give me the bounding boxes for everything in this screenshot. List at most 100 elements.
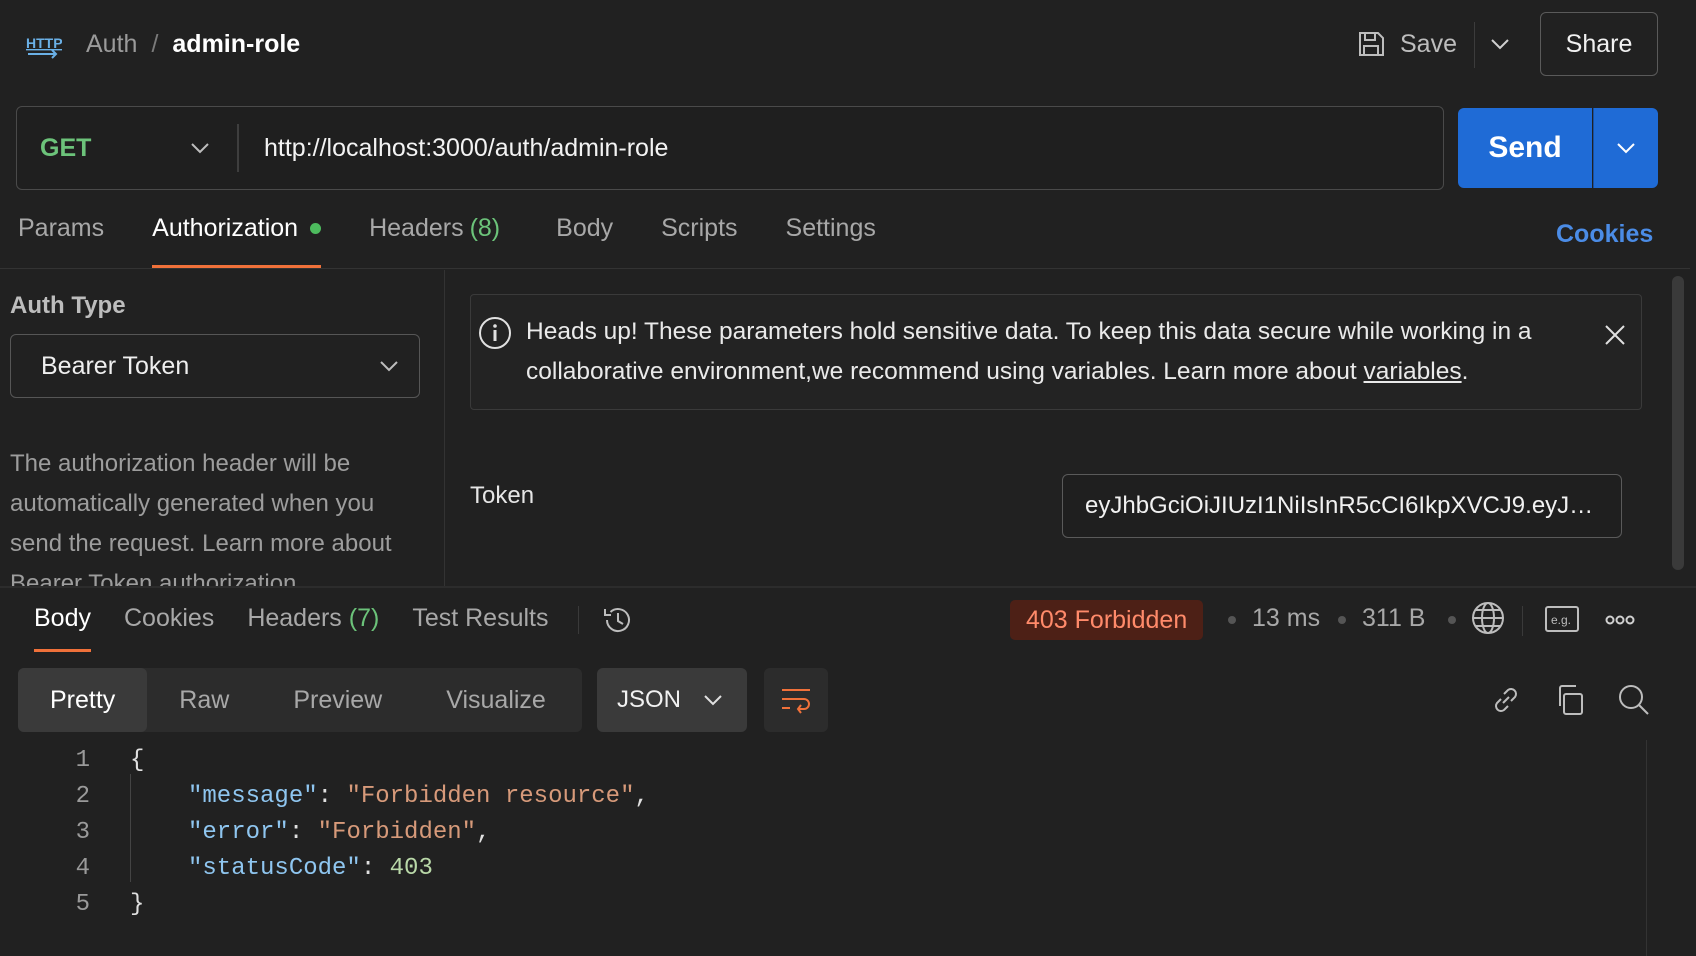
tab-params[interactable]: Params bbox=[18, 214, 104, 270]
alert-end: . bbox=[1461, 358, 1469, 385]
example-icon[interactable]: e.g. bbox=[1544, 604, 1580, 634]
cookies-link[interactable]: Cookies bbox=[1556, 220, 1653, 249]
response-scrollbar[interactable] bbox=[1646, 740, 1674, 956]
svg-text:HTTP: HTTP bbox=[26, 35, 62, 51]
tab-label: Cookies bbox=[123, 604, 215, 632]
json-key: "statusCode" bbox=[188, 854, 361, 882]
code-text: "statusCode": 403 bbox=[188, 855, 433, 882]
request-scrollbar[interactable] bbox=[1672, 276, 1684, 570]
method-label: GET bbox=[40, 133, 92, 162]
save-options-button[interactable] bbox=[1478, 22, 1522, 66]
save-button[interactable]: Save bbox=[1356, 22, 1457, 66]
method-divider bbox=[237, 124, 239, 172]
view-visualize-button[interactable]: Visualize bbox=[414, 668, 578, 732]
breadcrumb-separator: / bbox=[151, 30, 159, 58]
breadcrumb: Auth / admin-role bbox=[86, 26, 300, 62]
format-select[interactable]: JSON bbox=[597, 668, 747, 732]
history-icon[interactable] bbox=[600, 602, 636, 638]
tab-label: Headers bbox=[369, 214, 464, 242]
response-body-editor[interactable]: 1 { 2 "message": "Forbidden resource", 3… bbox=[0, 740, 1640, 950]
code-line: 4 "statusCode": 403 bbox=[0, 850, 1640, 886]
code-line: 3 "error": "Forbidden", bbox=[0, 814, 1640, 850]
tab-body[interactable]: Body bbox=[556, 214, 613, 270]
view-pretty-button[interactable]: Pretty bbox=[18, 668, 148, 732]
response-time[interactable]: 13 ms bbox=[1252, 604, 1320, 633]
meta-separator-dot bbox=[1448, 616, 1456, 624]
share-button[interactable]: Share bbox=[1540, 12, 1658, 76]
format-value: JSON bbox=[617, 686, 682, 713]
send-options-button[interactable] bbox=[1593, 108, 1658, 188]
line-number: 3 bbox=[75, 818, 90, 846]
json-sep: : bbox=[288, 818, 318, 846]
code-line: 1 { bbox=[0, 742, 1640, 778]
http-request-icon: HTTP bbox=[26, 35, 62, 59]
method-select[interactable]: GET bbox=[40, 106, 210, 190]
tab-settings[interactable]: Settings bbox=[786, 214, 876, 270]
response-size[interactable]: 311 B bbox=[1362, 604, 1425, 633]
auth-type-select[interactable]: Bearer Token bbox=[10, 334, 420, 398]
tabs-divider bbox=[0, 268, 1690, 269]
auth-description-text: The authorization header will be automat… bbox=[10, 450, 392, 586]
save-icon bbox=[1359, 32, 1384, 56]
chevron-down-icon bbox=[380, 361, 398, 372]
json-sep: : bbox=[360, 854, 390, 882]
svg-text:e.g.: e.g. bbox=[1551, 613, 1571, 627]
send-button[interactable]: Send bbox=[1458, 108, 1592, 188]
wrap-lines-icon bbox=[782, 689, 810, 714]
response-divider[interactable] bbox=[0, 586, 1696, 588]
tab-headers[interactable]: Headers (8) bbox=[369, 214, 500, 270]
close-icon bbox=[1605, 325, 1625, 345]
request-title[interactable]: admin-role bbox=[172, 26, 300, 62]
auth-type-label: Auth Type bbox=[10, 292, 126, 319]
response-tab-body[interactable]: Body bbox=[34, 604, 91, 652]
chevron-down-icon bbox=[704, 695, 722, 706]
save-label: Save bbox=[1400, 29, 1457, 58]
close-alert-button[interactable] bbox=[1598, 318, 1632, 352]
json-comma: , bbox=[476, 818, 491, 846]
line-number: 2 bbox=[75, 782, 90, 810]
wrap-lines-button[interactable] bbox=[764, 668, 828, 732]
json-key: "message" bbox=[188, 782, 318, 810]
headers-count: (8) bbox=[469, 214, 501, 242]
headers-count: (7) bbox=[348, 604, 380, 632]
json-number: 403 bbox=[389, 854, 433, 882]
code-text: "message": "Forbidden resource", bbox=[188, 783, 649, 810]
indent-guide bbox=[130, 774, 131, 882]
request-tabs: Params Authorization Headers (8) Body Scr… bbox=[18, 214, 876, 270]
code-line: 5 } bbox=[0, 886, 1640, 922]
view-raw-button[interactable]: Raw bbox=[147, 668, 261, 732]
line-number: 4 bbox=[75, 854, 90, 882]
view-mode-group: Pretty Raw Preview Visualize bbox=[18, 668, 582, 732]
tab-scripts[interactable]: Scripts bbox=[661, 214, 737, 270]
active-indicator-dot bbox=[310, 223, 322, 234]
status-badge[interactable]: 403 Forbidden bbox=[1010, 600, 1204, 640]
response-tabs-separator bbox=[578, 606, 579, 634]
copy-icon[interactable] bbox=[1552, 682, 1588, 718]
response-tab-cookies[interactable]: Cookies bbox=[124, 604, 214, 652]
globe-icon[interactable] bbox=[1470, 600, 1506, 636]
tab-label: Headers bbox=[247, 604, 342, 632]
variables-link[interactable]: variables bbox=[1364, 358, 1462, 385]
breadcrumb-parent[interactable]: Auth bbox=[86, 26, 137, 62]
more-options-icon[interactable] bbox=[1602, 608, 1638, 632]
panel-divider[interactable] bbox=[444, 270, 445, 586]
response-tab-headers[interactable]: Headers (7) bbox=[247, 604, 379, 652]
view-preview-button[interactable]: Preview bbox=[261, 668, 414, 732]
search-icon[interactable] bbox=[1616, 682, 1652, 718]
tab-authorization[interactable]: Authorization bbox=[152, 214, 322, 270]
response-tab-test-results[interactable]: Test Results bbox=[412, 604, 548, 652]
response-tabs: Body Cookies Headers (7) Test Results bbox=[34, 604, 549, 652]
code-text: { bbox=[130, 746, 145, 774]
chevron-down-icon bbox=[1491, 39, 1509, 50]
json-key: "error" bbox=[188, 818, 289, 846]
tab-label: Settings bbox=[785, 214, 876, 242]
line-number: 5 bbox=[75, 890, 90, 918]
json-string: "Forbidden" bbox=[317, 818, 477, 846]
json-string: "Forbidden resource" bbox=[346, 782, 635, 810]
code-text: "error": "Forbidden", bbox=[188, 819, 490, 846]
save-divider bbox=[1474, 22, 1475, 68]
url-input[interactable] bbox=[264, 106, 1424, 190]
token-input[interactable] bbox=[1062, 474, 1622, 538]
link-icon[interactable] bbox=[1488, 682, 1524, 718]
tab-label: Scripts bbox=[661, 214, 738, 242]
